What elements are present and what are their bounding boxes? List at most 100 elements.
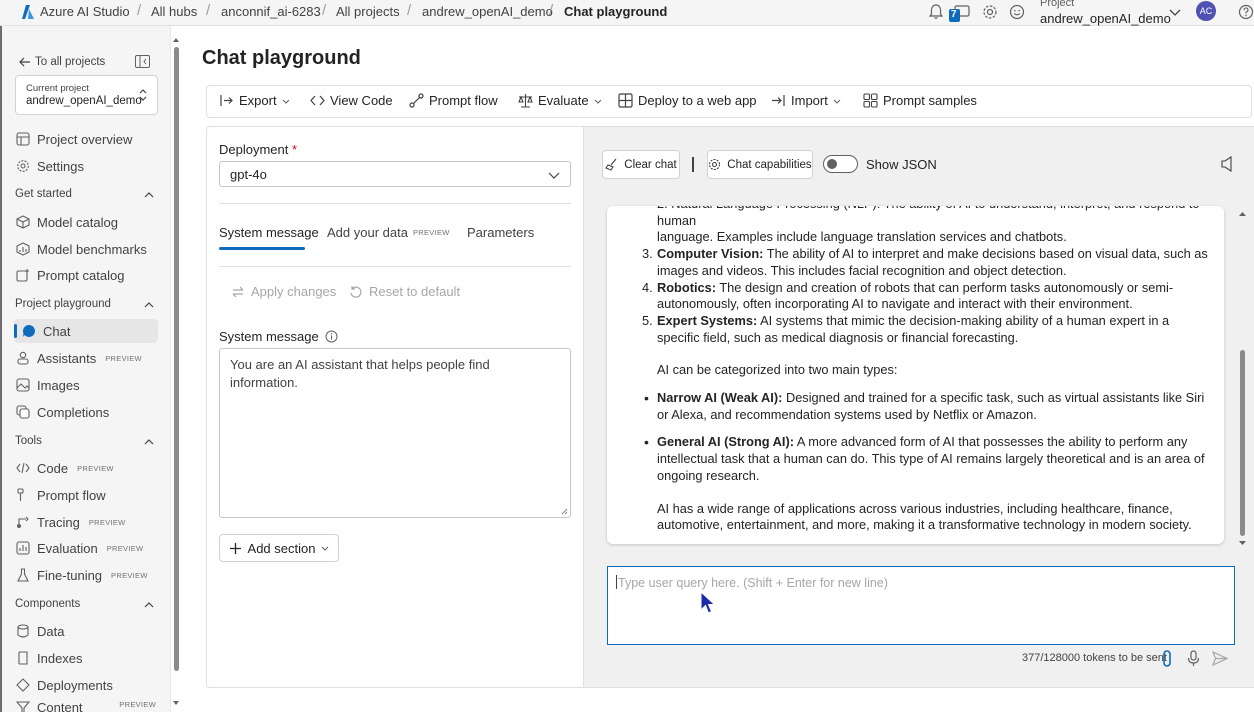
prompt-flow-button[interactable]: Prompt flow bbox=[409, 93, 498, 108]
send-icon[interactable] bbox=[1212, 651, 1228, 666]
sidebar-item-data[interactable]: Data bbox=[16, 619, 156, 643]
list-item: 3. Computer Vision: The ability of AI to … bbox=[642, 246, 1212, 279]
preview-badge: PREVIEW bbox=[412, 228, 450, 237]
breadcrumb-separator: / bbox=[549, 2, 554, 19]
info-icon[interactable] bbox=[325, 330, 338, 343]
chat-capabilities-button[interactable]: Chat capabilities bbox=[707, 150, 813, 179]
help-icon[interactable] bbox=[1237, 3, 1254, 21]
smiley-feedback-icon[interactable] bbox=[1008, 3, 1026, 21]
view-code-button[interactable]: View Code bbox=[310, 93, 393, 108]
sidebar-section-title: Tools bbox=[15, 435, 42, 447]
deployment-icon bbox=[16, 678, 30, 692]
sidebar-item-fine-tuning[interactable]: Fine-tuning PREVIEW bbox=[16, 563, 156, 587]
scroll-up-arrow-icon[interactable] bbox=[172, 36, 180, 44]
sidebar-section-tools[interactable]: Tools bbox=[15, 435, 157, 447]
partial-text: 2. Natural Language Processing (NLP): Th… bbox=[657, 206, 1200, 228]
reset-icon bbox=[350, 285, 362, 298]
apply-changes-label: Apply changes bbox=[251, 284, 337, 299]
collapse-sidebar-icon[interactable] bbox=[135, 55, 150, 68]
resize-handle-icon[interactable] bbox=[561, 508, 568, 515]
export-button[interactable]: Export bbox=[219, 93, 290, 108]
reset-default-button[interactable]: Reset to default bbox=[349, 284, 460, 299]
chat-scrollbar[interactable] bbox=[1240, 350, 1245, 536]
evaluate-button[interactable]: Evaluate bbox=[518, 93, 602, 108]
sidebar-section-components[interactable]: Components bbox=[15, 598, 157, 610]
sidebar-item-prompt-flow[interactable]: Prompt flow bbox=[16, 483, 156, 507]
avatar-initials: AC bbox=[1199, 6, 1213, 16]
breadcrumb-project[interactable]: andrew_openAI_demo bbox=[422, 4, 553, 19]
scroll-up-arrow-icon[interactable] bbox=[1238, 210, 1247, 218]
sidebar-item-label: Completions bbox=[37, 404, 110, 420]
breadcrumb-all-hubs[interactable]: All hubs bbox=[151, 4, 197, 19]
chevron-down-icon[interactable] bbox=[1168, 5, 1182, 19]
assistant-icon bbox=[17, 351, 29, 365]
breadcrumb-all-projects[interactable]: All projects bbox=[336, 4, 400, 19]
divider bbox=[219, 266, 571, 267]
sidebar-item-model-catalog[interactable]: Model catalog bbox=[16, 210, 156, 234]
sidebar-item-chat[interactable]: Chat bbox=[14, 319, 158, 343]
deployment-select[interactable]: gpt-4o bbox=[219, 161, 571, 187]
grid-icon bbox=[863, 93, 878, 108]
sidebar-item-indexes[interactable]: Indexes bbox=[16, 646, 156, 670]
sidebar-section-project-playground[interactable]: Project playground bbox=[15, 298, 157, 310]
scroll-down-arrow-icon[interactable] bbox=[1238, 539, 1247, 547]
view-code-label: View Code bbox=[330, 93, 393, 108]
sidebar-item-assistants[interactable]: Assistants PREVIEW bbox=[16, 346, 156, 370]
sidebar-item-label: Model benchmarks bbox=[37, 241, 147, 257]
bell-icon[interactable] bbox=[927, 3, 945, 21]
sidebar-item-deployments[interactable]: Deployments bbox=[16, 673, 156, 697]
sidebar-item-settings[interactable]: Settings bbox=[16, 154, 156, 178]
sidebar-item-prompt-catalog[interactable]: Prompt catalog bbox=[16, 263, 156, 287]
back-to-projects-link[interactable]: To all projects bbox=[35, 56, 105, 68]
current-project-label: Current project bbox=[26, 83, 89, 94]
preview-badge: PREVIEW bbox=[106, 543, 144, 553]
speaker-icon[interactable] bbox=[1221, 156, 1235, 172]
microphone-icon[interactable] bbox=[1187, 650, 1200, 667]
system-message-textarea[interactable]: You are an AI assistant that helps peopl… bbox=[219, 348, 571, 518]
current-project-selector[interactable]: Current project andrew_openAI_demo bbox=[15, 75, 158, 115]
sidebar-item-completions[interactable]: Completions bbox=[16, 400, 156, 424]
sidebar-item-model-benchmarks[interactable]: Model benchmarks bbox=[16, 237, 156, 261]
system-message-value: You are an AI assistant that helps peopl… bbox=[230, 357, 490, 390]
reset-default-label: Reset to default bbox=[369, 284, 461, 299]
text-caret bbox=[616, 575, 617, 589]
sidebar-section-title: Get started bbox=[15, 188, 72, 200]
tab-parameters[interactable]: Parameters bbox=[467, 225, 534, 240]
tab-add-your-data[interactable]: Add your data PREVIEW bbox=[327, 225, 450, 240]
tab-system-message[interactable]: System message bbox=[219, 225, 319, 240]
sidebar-section-get-started[interactable]: Get started bbox=[15, 188, 157, 200]
breadcrumb-separator: / bbox=[206, 2, 211, 19]
import-button[interactable]: Import bbox=[771, 93, 841, 108]
deployment-label-text: Deployment bbox=[219, 142, 289, 157]
gear-icon[interactable] bbox=[981, 3, 999, 21]
attach-icon[interactable] bbox=[1161, 650, 1173, 667]
sidebar-item-project-overview[interactable]: Project overview bbox=[16, 127, 156, 151]
scroll-down-arrow-icon[interactable] bbox=[172, 699, 180, 707]
app-title[interactable]: Azure AI Studio bbox=[40, 4, 130, 19]
feedback-notification-icon[interactable]: 7 bbox=[949, 4, 971, 23]
project-switcher-name[interactable]: andrew_openAI_demo bbox=[1040, 11, 1171, 26]
sidebar-item-content-filters[interactable]: Content filters PREVIEW bbox=[16, 700, 156, 712]
image-icon bbox=[16, 378, 30, 392]
add-section-button[interactable]: Add section bbox=[219, 534, 339, 562]
sidebar-item-evaluation[interactable]: Evaluation PREVIEW bbox=[16, 536, 156, 560]
apply-changes-button[interactable]: Apply changes bbox=[231, 284, 336, 299]
token-count: 377/128000 tokens to be sent bbox=[1022, 652, 1167, 664]
sidebar-scrollbar[interactable] bbox=[174, 47, 179, 671]
sidebar-item-label: Data bbox=[37, 623, 65, 639]
prompt-samples-button[interactable]: Prompt samples bbox=[863, 93, 977, 108]
sidebar-item-images[interactable]: Images bbox=[16, 373, 156, 397]
bullet: • bbox=[644, 434, 649, 451]
sidebar-item-code[interactable]: Code PREVIEW bbox=[16, 456, 156, 480]
arrow-left-icon[interactable] bbox=[18, 55, 32, 69]
capabilities-list: 3. Computer Vision: The ability of AI to … bbox=[642, 246, 1212, 346]
breadcrumb-hub[interactable]: anconnif_ai-6283 bbox=[221, 4, 321, 19]
plus-icon bbox=[229, 542, 241, 554]
clear-chat-button[interactable]: Clear chat bbox=[602, 150, 680, 179]
avatar[interactable]: AC bbox=[1196, 1, 1216, 21]
partial-text-cont: language. Examples include language tran… bbox=[657, 229, 1067, 245]
deploy-web-app-button[interactable]: Deploy to a web app bbox=[618, 93, 757, 108]
show-json-toggle[interactable] bbox=[823, 155, 858, 173]
sidebar-item-tracing[interactable]: Tracing PREVIEW bbox=[16, 510, 156, 534]
bullet-title: Narrow AI (Weak AI): bbox=[657, 390, 783, 406]
